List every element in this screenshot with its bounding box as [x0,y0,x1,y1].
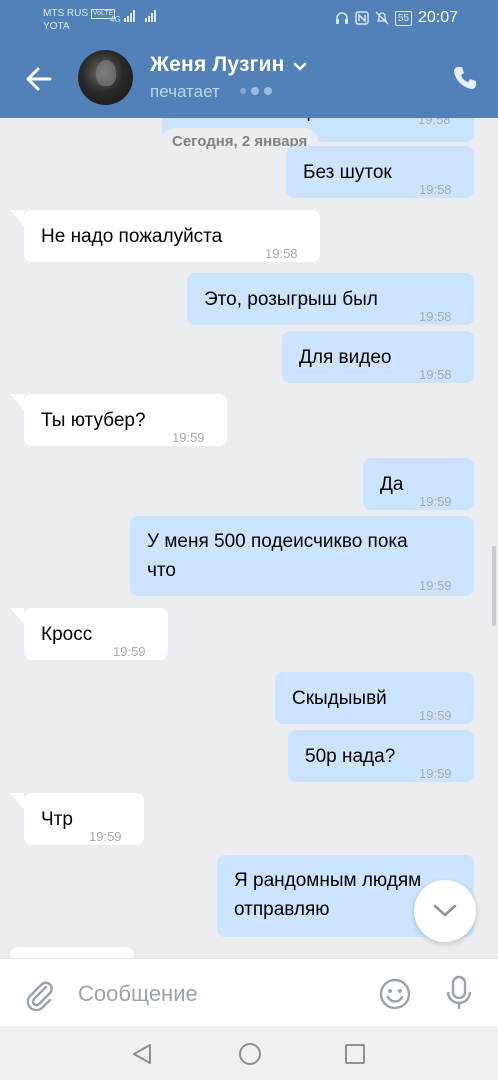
message-time: 19:58 [419,182,452,197]
carrier-name: MTS RUS [43,8,88,19]
message-text: 50р нада? [305,746,396,767]
message-list[interactable]: Я тебе 500 отправлю 19:58 Сегодня, 2 янв… [0,118,498,958]
bubble-tail [10,210,24,226]
message-time: 19:59 [172,430,205,445]
message-bubble-incoming[interactable]: Кросс 19:59 [24,608,168,660]
message-bubble-incoming[interactable]: Чтр 19:59 [24,793,144,845]
message-text: Не надо пожалуйста [41,226,223,247]
message-text: Для видео [299,347,392,368]
message-time: 19:59 [419,766,452,781]
message-text: У меня 500 подеисчикво пока [147,531,408,552]
scrollbar[interactable] [492,546,496,626]
message-text: Это, розыгрыш был [204,289,378,310]
message-bubble-outgoing[interactable]: Это, розыгрыш был 19:58 [187,273,474,325]
carrier-info: MTS RUS VoLTE YOTA [43,7,116,33]
status-icons: 55 20:07 [335,9,458,27]
message-bubble-incoming[interactable] [10,947,134,958]
message-bubble-outgoing[interactable]: У меня 500 подеисчикво пока что 19:59 [130,516,474,596]
message-text: Я тебе 500 отправлю [176,118,363,126]
message-time: 19:58 [419,367,452,382]
contact-name[interactable]: Женя Лузгин [150,53,285,77]
nav-home-button[interactable] [237,1041,263,1072]
emoji-button[interactable] [378,977,412,1011]
bubble-tail [10,793,24,809]
message-bubble-outgoing[interactable]: 50р нада? 19:59 [288,730,474,782]
chevron-down-icon [433,904,457,917]
message-text: Кросс [41,624,93,645]
typing-indicator [240,87,272,95]
triangle-back-icon [133,1044,151,1064]
signal-icon: 4G [110,10,157,24]
system-nav-bar [0,1026,498,1080]
message-bubble-outgoing[interactable]: Скыдыывй 19:59 [275,672,474,724]
message-time: 19:59 [419,708,452,723]
message-time: 19:58 [419,309,452,324]
avatar[interactable] [78,50,133,105]
bubble-tail [10,394,24,410]
nav-back-button[interactable] [130,1042,154,1071]
message-time: 19:58 [418,118,451,127]
message-text-line2: что [147,560,176,581]
message-time: 19:59 [419,578,452,593]
message-time: 19:59 [89,829,122,844]
paperclip-icon [26,981,53,1012]
microphone-icon [446,975,472,1009]
call-button[interactable] [450,63,480,93]
message-text: Скыдыывй [292,688,387,709]
nav-recents-button[interactable] [343,1042,367,1071]
message-text-line2: отправляю [234,899,330,920]
square-recents-icon [345,1044,365,1064]
message-bubble-outgoing[interactable]: Без шуток 19:58 [286,146,474,198]
bubble-tail [10,608,24,624]
message-input[interactable] [78,975,358,1013]
back-button[interactable] [22,62,56,96]
battery-icon: 55 [394,10,412,26]
clock: 20:07 [417,9,458,26]
message-text: Я рандомным людям [234,870,422,891]
smiley-icon [379,978,411,1010]
message-composer [0,958,498,1026]
headset-icon [335,12,348,24]
message-text: Чтр [41,809,73,830]
message-bubble-incoming[interactable]: Ты ютубер? 19:59 [24,394,227,446]
message-text: Без шуток [303,162,392,183]
phone-icon [454,67,476,89]
voice-message-button[interactable] [444,975,474,1011]
circle-home-icon [239,1043,261,1065]
message-time: 19:59 [419,494,452,509]
chat-header: MTS RUS VoLTE YOTA 4G 55 20:07 Женя Лузг… [0,0,498,118]
mute-icon [375,11,389,25]
message-text: Да [380,474,404,495]
typing-status: печатает [150,82,220,101]
arrow-left-icon [26,67,52,91]
attach-button[interactable] [22,977,56,1012]
nfc-icon [355,11,369,25]
scroll-to-bottom-button[interactable] [414,880,476,942]
message-time: 19:59 [113,644,146,659]
chevron-down-icon[interactable] [292,60,308,78]
message-time: 19:58 [265,246,298,261]
message-bubble-outgoing[interactable]: Да 19:59 [363,458,474,510]
message-bubble-outgoing[interactable]: Для видео 19:58 [282,331,474,383]
message-bubble-incoming[interactable]: Не надо пожалуйста 19:58 [24,210,320,262]
message-text: Ты ютубер? [41,410,146,431]
status-bar: MTS RUS VoLTE YOTA 4G 55 20:07 [0,0,498,40]
carrier-name-2: YOTA [43,21,70,32]
